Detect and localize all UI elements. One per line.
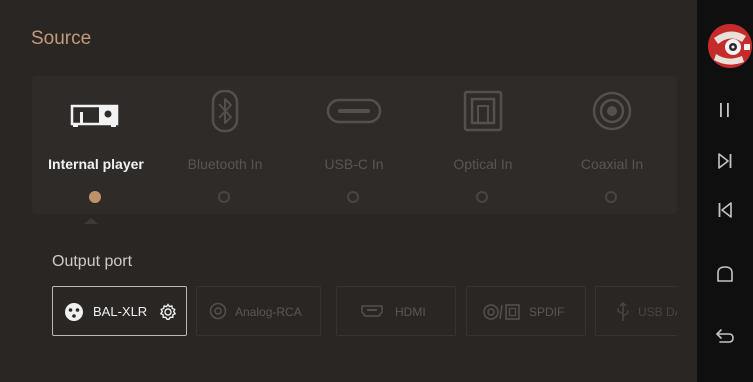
source-label: Internal player (48, 156, 144, 172)
port-usb-dac[interactable]: USB DAC (595, 286, 677, 336)
previous-track-button[interactable] (697, 192, 753, 228)
home-icon (717, 266, 733, 282)
port-hdmi[interactable]: HDMI (336, 286, 456, 336)
sidebar (697, 0, 753, 382)
port-bal-xlr[interactable]: BAL-XLR (52, 286, 187, 336)
source-radio[interactable] (347, 191, 359, 203)
source-radio[interactable] (476, 191, 488, 203)
source-label: Bluetooth In (187, 156, 263, 172)
rca-icon (209, 302, 227, 323)
source-bluetooth-in[interactable]: Bluetooth In (170, 76, 280, 214)
previous-track-icon (718, 202, 732, 218)
internal-player-icon (41, 90, 151, 136)
avatar[interactable] (708, 24, 752, 68)
source-label: Optical In (453, 156, 513, 172)
source-coaxial-in[interactable]: Coaxial In (557, 76, 667, 214)
selection-caret-icon (84, 218, 98, 224)
port-analog-rca[interactable]: Analog-RCA (196, 286, 321, 336)
source-internal-player[interactable]: Internal player (41, 76, 151, 214)
port-label: BAL-XLR (93, 304, 148, 319)
play-pause-button[interactable] (697, 92, 753, 128)
next-track-button[interactable] (697, 143, 753, 179)
port-spdif[interactable]: SPDIF (466, 286, 586, 336)
page-title: Source (31, 28, 92, 49)
bluetooth-icon (170, 90, 280, 136)
back-button[interactable] (697, 318, 753, 354)
source-radio[interactable] (605, 191, 617, 203)
output-port-list: BAL-XLR Analog-RCA HDMI SPDIF USB D (52, 286, 677, 336)
source-label: USB-C In (324, 156, 384, 172)
port-label: USB DAC (638, 305, 677, 319)
xlr-icon (64, 302, 84, 325)
spdif-icon (483, 303, 521, 324)
usb-c-icon (299, 90, 409, 136)
source-radio[interactable] (218, 191, 230, 203)
optical-icon (428, 90, 538, 136)
source-usb-c-in[interactable]: USB-C In (299, 76, 409, 214)
source-optical-in[interactable]: Optical In (428, 76, 538, 214)
output-port-title: Output port (52, 253, 133, 270)
play-pause-icon (720, 103, 729, 117)
coaxial-icon (557, 90, 667, 136)
home-button[interactable] (697, 256, 753, 292)
next-track-icon (718, 153, 732, 169)
port-label: HDMI (395, 305, 426, 319)
port-label: Analog-RCA (235, 305, 302, 319)
source-selector: Internal player Bluetooth In USB-C In Op… (32, 76, 677, 214)
source-label: Coaxial In (580, 156, 644, 172)
hdmi-icon (361, 304, 383, 321)
usb-icon (616, 301, 630, 325)
back-icon (716, 329, 734, 343)
gear-icon[interactable] (159, 303, 177, 324)
port-label: SPDIF (529, 305, 565, 319)
source-radio-selected[interactable] (89, 191, 101, 203)
source-screen: Source Internal player Bluetooth In USB-… (0, 0, 697, 382)
